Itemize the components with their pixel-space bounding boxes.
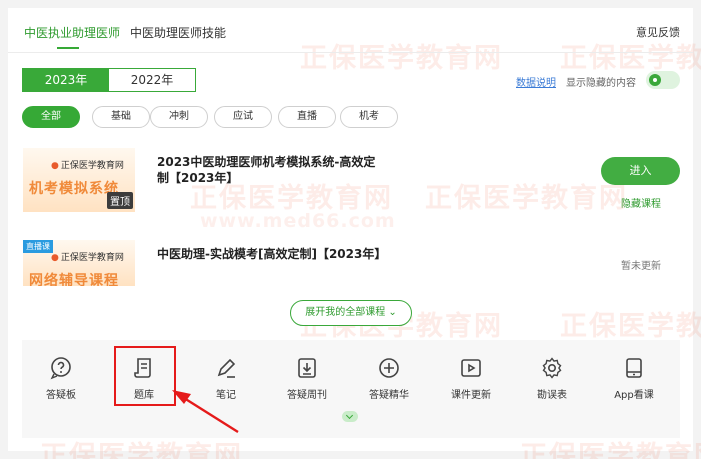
annotation-arrow [172,390,239,434]
collapse-tools-button[interactable] [342,411,358,422]
